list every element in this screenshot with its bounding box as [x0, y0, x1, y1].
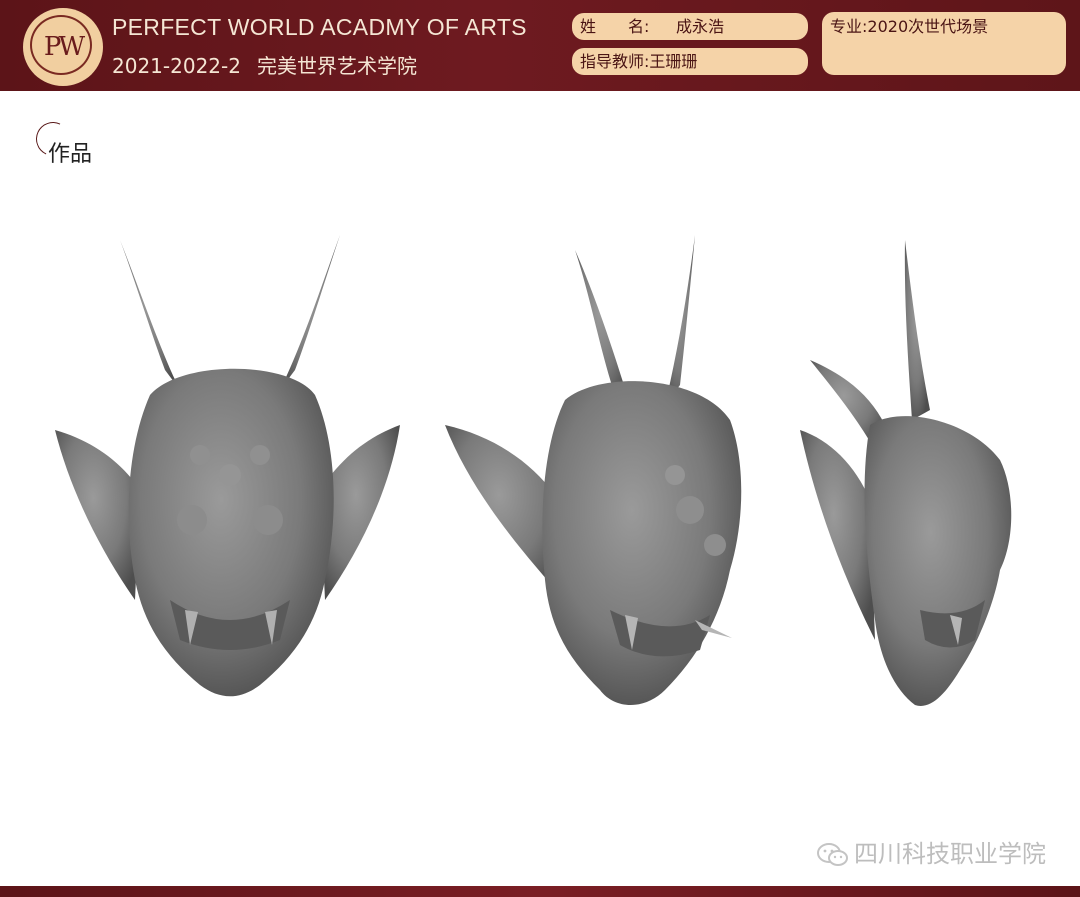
- front-view: [55, 235, 400, 697]
- watermark: 四川科技职业学院: [816, 834, 1046, 869]
- teacher-value: 王珊珊: [649, 52, 698, 71]
- watermark-text: 四川科技职业学院: [854, 840, 1046, 868]
- major-field: 专业:2020次世代场景: [822, 12, 1066, 75]
- three-quarter-view: [445, 235, 742, 705]
- school-name-cn: 完美世界艺术学院: [256, 54, 417, 78]
- teacher-label: 指导教师:: [580, 52, 650, 71]
- section-heading: 作品: [31, 117, 126, 172]
- demon-mask-renders: [55, 235, 1012, 706]
- student-name-field: 姓 名: 成永浩: [572, 13, 808, 40]
- wechat-icon: [816, 842, 850, 868]
- logo-monogram: PW: [43, 32, 85, 62]
- major-label: 专业:: [830, 17, 868, 36]
- name-label: 姓 名:: [580, 17, 650, 36]
- school-info-cn: 2021-2022-2 完美世界艺术学院: [112, 50, 417, 79]
- school-name-en: PERFECT WORLD ACADMY OF ARTS: [112, 14, 527, 40]
- academy-logo: PW: [25, 10, 101, 84]
- header-banner: PW PERFECT WORLD ACADMY OF ARTS 2021-202…: [0, 0, 1080, 91]
- footer-bar: [0, 886, 1080, 897]
- major-value: 2020次世代场景: [867, 17, 989, 36]
- term-label: 2021-2022-2: [112, 54, 241, 78]
- artwork-area: [40, 220, 1040, 740]
- section-title: 作品: [48, 142, 93, 167]
- name-value: 成永浩: [676, 17, 725, 36]
- side-view: [800, 240, 1012, 706]
- teacher-field: 指导教师:王珊珊: [572, 48, 808, 75]
